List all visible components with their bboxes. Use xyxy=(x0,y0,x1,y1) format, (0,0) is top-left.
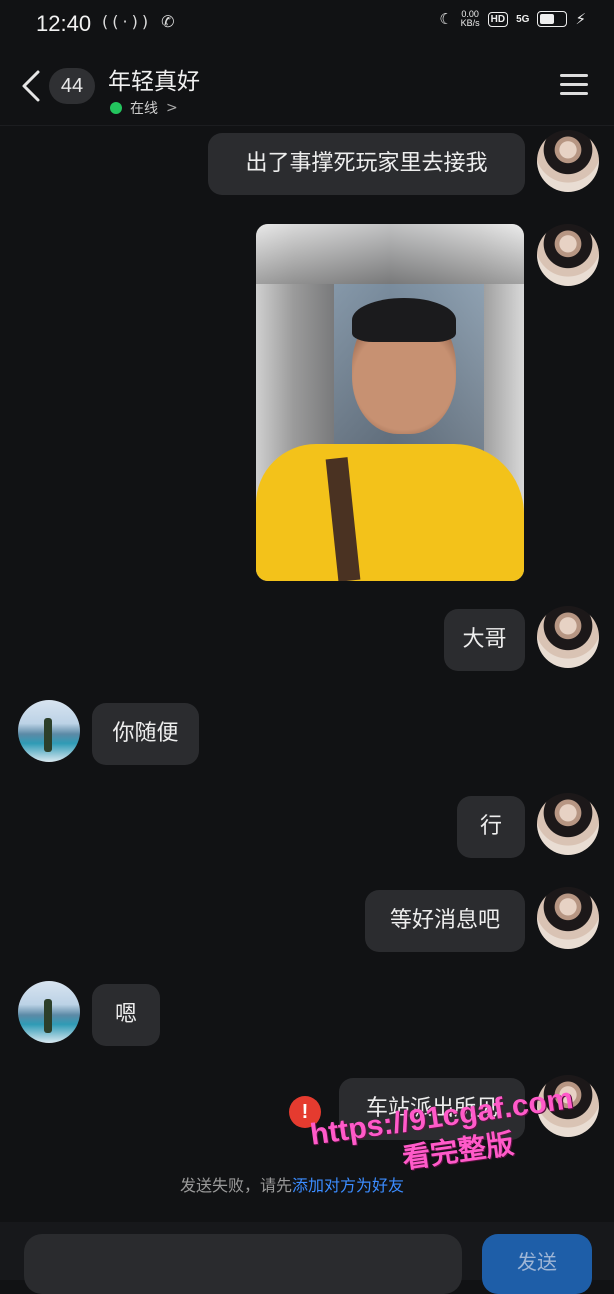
my-avatar[interactable] xyxy=(537,224,599,286)
send-failed-text: 发送失败，请先 xyxy=(180,1176,293,1195)
chat-header: 44 年轻真好 在线 > xyxy=(0,50,614,126)
signal-5g-icon: 5G xyxy=(516,13,530,25)
unread-count-badge[interactable]: 44 xyxy=(49,68,95,104)
status-right-icons: ☾ 0.00 KB/s HD 5G ⚡ xyxy=(439,10,586,29)
charging-icon: ⚡ xyxy=(575,10,586,28)
menu-icon[interactable] xyxy=(560,74,588,96)
my-avatar[interactable] xyxy=(537,130,599,192)
message-bubble-incoming[interactable]: 嗯 xyxy=(92,984,160,1046)
battery-icon xyxy=(537,11,568,27)
online-status-label: 在线 xyxy=(130,101,158,117)
my-avatar[interactable] xyxy=(537,793,599,855)
my-avatar[interactable] xyxy=(537,887,599,949)
network-speed-unit: KB/s xyxy=(460,18,480,28)
online-status[interactable]: 在线 > xyxy=(110,98,178,118)
message-photo[interactable] xyxy=(256,224,524,581)
message-bubble-outgoing[interactable]: 大哥 xyxy=(444,609,525,671)
my-avatar[interactable] xyxy=(537,606,599,668)
status-bar: 12:40 ((·)) ✆ ☾ 0.00 KB/s HD 5G ⚡ xyxy=(0,0,614,50)
back-arrow-icon[interactable] xyxy=(18,68,48,104)
contact-avatar[interactable] xyxy=(18,700,80,762)
composer-bar: 发送 xyxy=(0,1222,614,1294)
status-notification-icons: ((·)) ✆ xyxy=(102,12,179,31)
message-input[interactable] xyxy=(24,1234,462,1294)
message-bubble-incoming[interactable]: 你随便 xyxy=(92,703,199,765)
send-button[interactable]: 发送 xyxy=(482,1234,592,1294)
moon-icon: ☾ xyxy=(439,10,453,28)
chevron-right-icon: > xyxy=(166,100,178,116)
message-bubble-outgoing[interactable]: 行 xyxy=(457,796,525,858)
hd-icon: HD xyxy=(487,11,509,27)
message-bubble-outgoing[interactable]: 等好消息吧 xyxy=(365,890,525,952)
contact-name[interactable]: 年轻真好 xyxy=(108,62,200,96)
contact-avatar[interactable] xyxy=(18,981,80,1043)
message-bubble-outgoing[interactable]: 出了事撑死玩家里去接我 xyxy=(208,133,525,195)
status-time: 12:40 xyxy=(36,11,92,36)
online-dot-icon xyxy=(110,102,122,114)
network-speed: 0.00 KB/s xyxy=(461,10,480,28)
